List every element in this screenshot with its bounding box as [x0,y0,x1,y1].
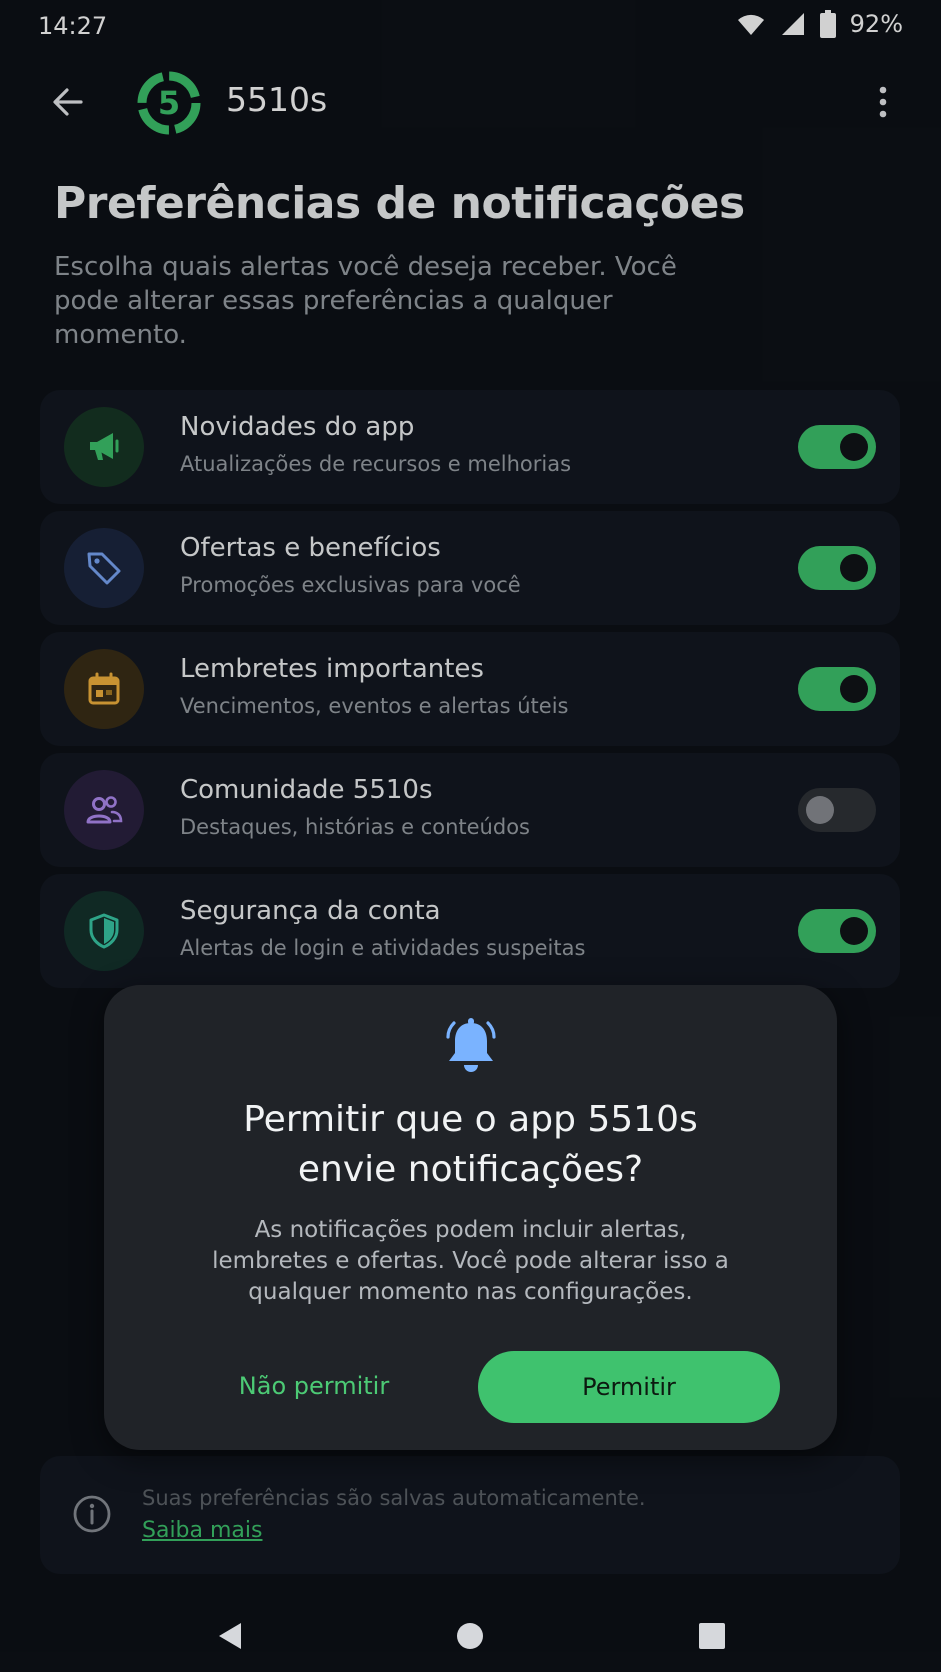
dialog-title-line-1: Permitir que o app 5510s [243,1099,698,1140]
nav-recents-button[interactable] [692,1616,732,1656]
square-recents-icon [699,1623,725,1649]
notification-permission-dialog: Permitir que o app 5510s envie notificaç… [104,985,837,1450]
nav-back-button[interactable] [210,1616,250,1656]
bell-icon [446,1018,496,1072]
deny-button[interactable]: Não permitir [214,1351,414,1421]
circle-home-icon [457,1623,483,1649]
system-nav-bar [0,1600,941,1672]
nav-home-button[interactable] [450,1616,490,1656]
allow-button[interactable]: Permitir [478,1351,780,1423]
dialog-title: Permitir que o app 5510s envie notificaç… [104,1095,837,1195]
dialog-title-line-2: envie notificações? [297,1149,644,1190]
triangle-back-icon [219,1623,241,1649]
dialog-body: As notificações podem incluir alertas, l… [212,1217,729,1305]
